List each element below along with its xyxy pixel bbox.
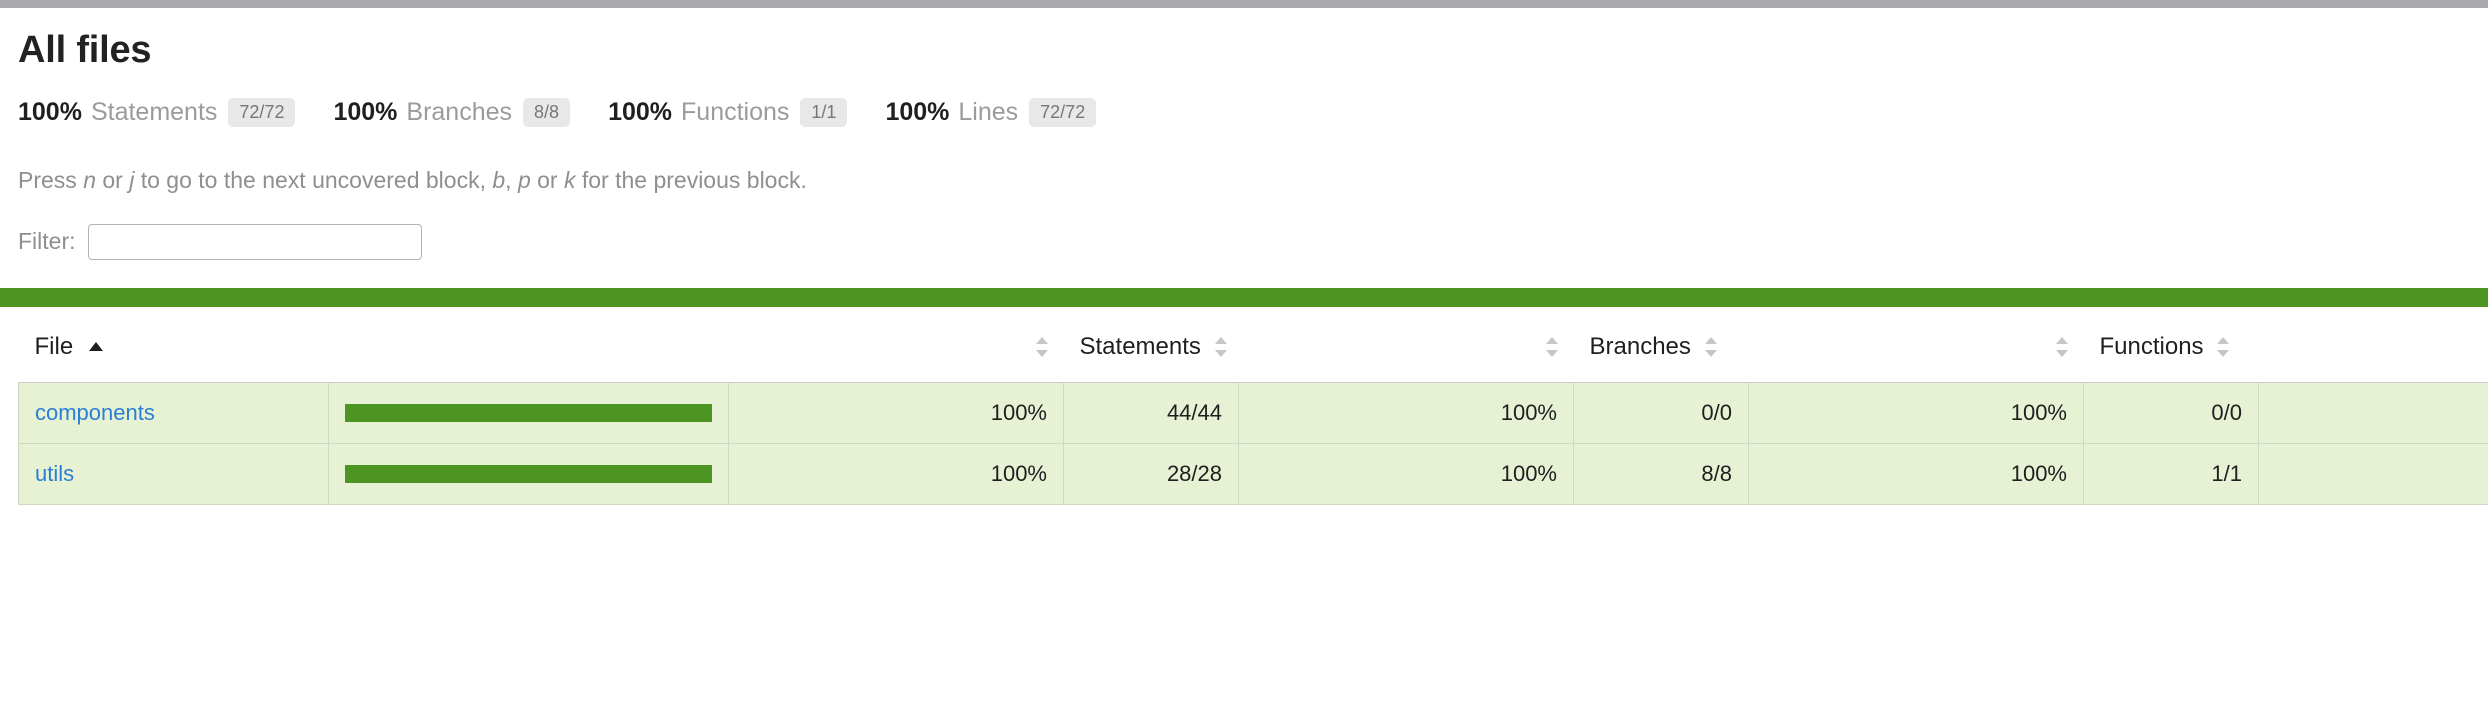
column-header-statements-label: Statements: [1079, 332, 1201, 360]
metric-functions-pct: 100%: [608, 97, 673, 126]
file-link-utils[interactable]: utils: [35, 461, 74, 486]
table-row: utils 100% 28/28 100% 8/8 100% 1/1 100% …: [18, 442, 2488, 505]
branches-pct-cell: 100%: [1238, 381, 1574, 444]
functions-abs-cell: 1/1: [2083, 442, 2259, 505]
help-text-segment: ,: [505, 166, 518, 193]
table-row: components 100% 44/44 100% 0/0 100% 0/0 …: [18, 381, 2488, 444]
column-header-branches-pct[interactable]: [1238, 306, 1574, 383]
statements-pct-cell: 100%: [728, 442, 1064, 505]
coverage-summary: 100% Statements 72/72 100% Branches 8/8 …: [18, 97, 2470, 127]
metric-functions-fraction: 1/1: [800, 97, 848, 127]
help-text-segment: or: [95, 166, 130, 193]
statements-abs-cell: 44/44: [1063, 381, 1239, 444]
column-header-branches[interactable]: Branches: [1573, 306, 1749, 383]
column-header-lines-pct[interactable]: [2258, 306, 2488, 383]
help-text-segment: Press: [18, 166, 84, 193]
help-text-segment: to go to the next uncovered block,: [134, 166, 493, 193]
metric-lines-pct: 100%: [885, 97, 950, 126]
column-header-functions-pct[interactable]: [1748, 306, 2084, 383]
coverage-bar-cell: [328, 442, 729, 505]
metric-functions: 100% Functions 1/1: [608, 97, 848, 127]
column-header-statements-pct[interactable]: [728, 306, 1064, 383]
branches-abs-cell: 0/0: [1573, 381, 1749, 444]
statements-abs-cell: 28/28: [1063, 442, 1239, 505]
file-cell: utils: [18, 442, 329, 505]
column-header-functions[interactable]: Functions: [2083, 306, 2259, 383]
metric-branches-fraction: 8/8: [523, 97, 571, 127]
column-header-chart: [328, 306, 729, 383]
sort-toggle-icon: [1035, 336, 1048, 358]
lines-pct-cell: 100%: [2258, 381, 2488, 444]
sort-toggle-icon: [1545, 336, 1558, 358]
metric-statements: 100% Statements 72/72: [18, 97, 296, 127]
sort-toggle-icon: [1214, 336, 1227, 358]
filter-input[interactable]: [87, 223, 422, 260]
coverage-bar-cell: [328, 381, 729, 444]
coverage-bar-track: [345, 403, 712, 422]
metric-functions-label: Functions: [681, 97, 790, 126]
table-header-row: File Statements Branches Functions: [18, 306, 2488, 383]
sort-toggle-icon: [2055, 336, 2068, 358]
column-header-file-label: File: [34, 332, 74, 360]
metric-lines-fraction: 72/72: [1029, 97, 1097, 127]
metric-branches-pct: 100%: [333, 97, 398, 126]
help-key-k: k: [563, 166, 576, 193]
metric-lines: 100% Lines 72/72: [885, 97, 1097, 127]
help-text-segment: for the previous block.: [575, 166, 807, 193]
column-header-statements[interactable]: Statements: [1063, 306, 1239, 383]
top-gray-strip: [0, 0, 2488, 8]
page-title: All files: [18, 29, 152, 71]
sort-toggle-icon: [1704, 336, 1717, 358]
page-wrapper: All files 100% Statements 72/72 100% Bra…: [0, 29, 2488, 260]
coverage-table: File Statements Branches Functions compo…: [18, 306, 2488, 505]
branches-pct-cell: 100%: [1238, 442, 1574, 505]
metric-statements-fraction: 72/72: [228, 97, 296, 127]
file-cell: components: [18, 381, 329, 444]
table-head: File Statements Branches Functions: [18, 306, 2488, 383]
metric-branches-label: Branches: [406, 97, 513, 126]
functions-abs-cell: 0/0: [2083, 381, 2259, 444]
column-header-functions-label: Functions: [2099, 332, 2204, 360]
table-body: components 100% 44/44 100% 0/0 100% 0/0 …: [18, 381, 2488, 505]
coverage-bar-track: [345, 464, 712, 483]
metric-branches: 100% Branches 8/8: [333, 97, 571, 127]
coverage-status-bar: [0, 287, 2488, 307]
file-link-components[interactable]: components: [35, 400, 155, 425]
column-header-branches-label: Branches: [1589, 332, 1691, 360]
functions-pct-cell: 100%: [1748, 442, 2084, 505]
keyboard-help-text: Press n or j to go to the next uncovered…: [18, 167, 2470, 194]
statements-pct-cell: 100%: [728, 381, 1064, 444]
help-key-p: p: [517, 166, 531, 193]
coverage-bar-fill: [345, 464, 712, 483]
sort-ascending-icon: [88, 341, 103, 351]
metric-statements-pct: 100%: [18, 97, 82, 126]
metric-statements-label: Statements: [90, 97, 218, 126]
filter-row: Filter:: [18, 223, 2470, 260]
filter-label: Filter:: [18, 228, 76, 255]
coverage-bar-fill: [345, 403, 712, 422]
help-text-segment: or: [530, 166, 564, 193]
functions-pct-cell: 100%: [1748, 381, 2084, 444]
sort-toggle-icon: [2217, 336, 2230, 358]
column-header-file[interactable]: File: [18, 306, 329, 383]
branches-abs-cell: 8/8: [1573, 442, 1749, 505]
metric-lines-label: Lines: [958, 97, 1019, 126]
lines-pct-cell: 100%: [2258, 442, 2488, 505]
help-key-n: n: [83, 166, 96, 193]
help-key-b: b: [492, 166, 506, 193]
